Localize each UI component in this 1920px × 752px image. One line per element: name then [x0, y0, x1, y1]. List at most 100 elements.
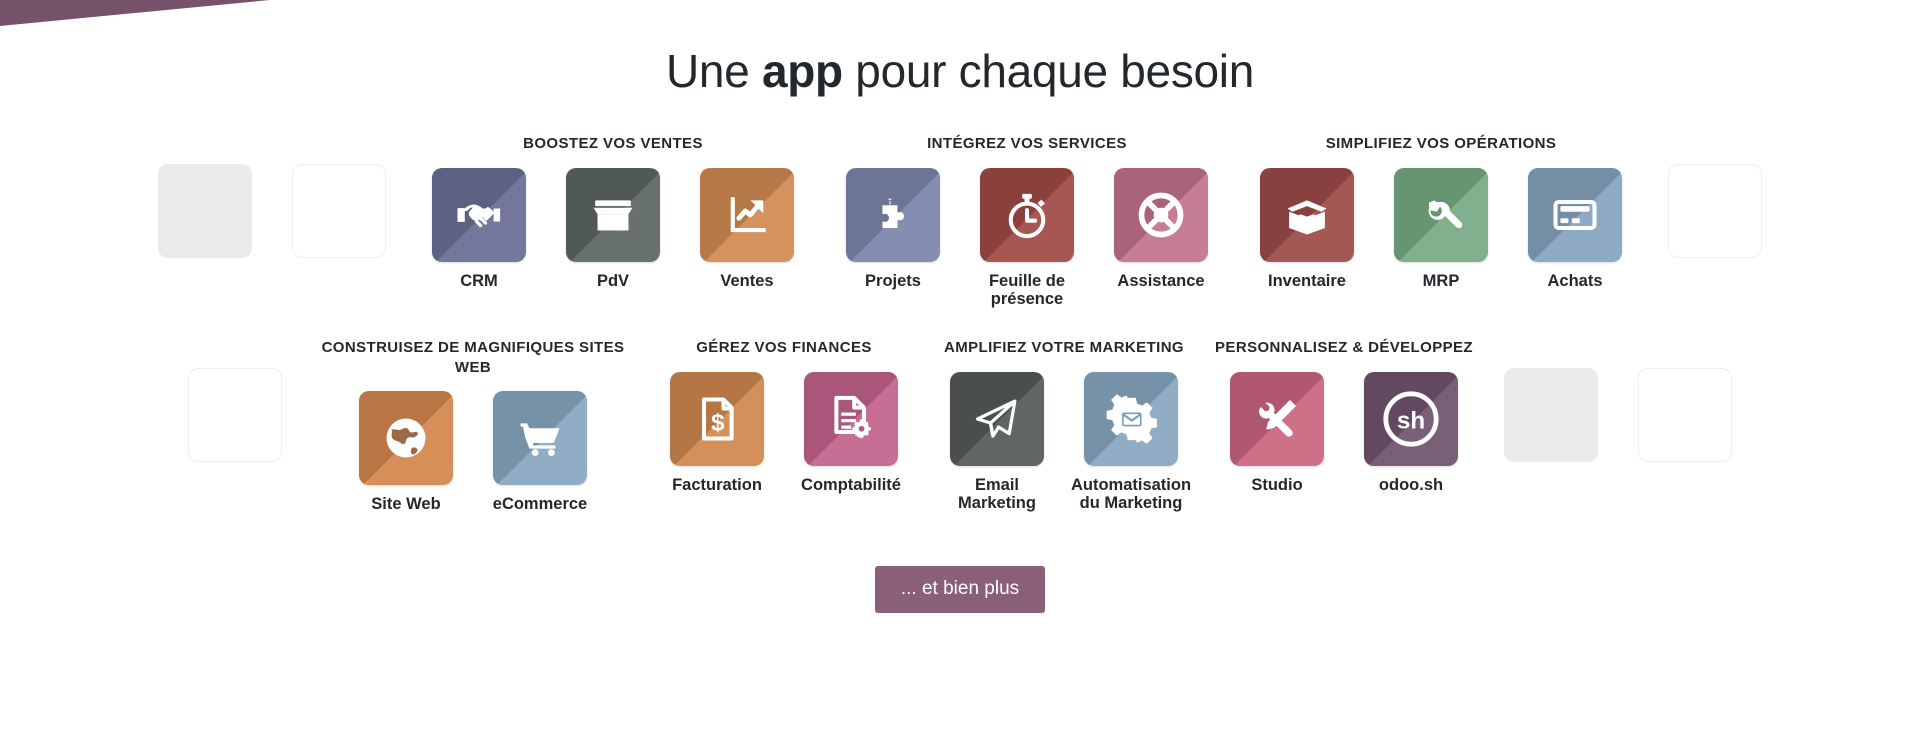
more-apps-button[interactable]: ... et bien plus	[874, 565, 1046, 613]
group-title: CONSTRUISEZ DE MAGNIFIQUES SITES WEB	[321, 339, 625, 376]
app-tile[interactable]: sh	[1364, 371, 1458, 466]
app-label: eCommerce	[492, 495, 588, 514]
app-label: Automatisation du Marketing	[1070, 475, 1192, 513]
app-tile[interactable]	[980, 167, 1074, 262]
app-label: Assistance	[1117, 271, 1205, 290]
app-label: CRM	[460, 271, 498, 290]
document-gear-icon	[825, 393, 877, 445]
sh-circle-icon: sh	[1380, 388, 1442, 450]
group-app-list: Inventaire MRP Achats	[1240, 167, 1642, 290]
placeholder-tile	[1638, 368, 1732, 463]
app-label: Ventes	[720, 271, 774, 290]
app-label: Feuille de présence	[988, 271, 1066, 308]
app-item-site-web[interactable]: Site Web	[339, 391, 473, 513]
app-item-automatisation-du-marketing[interactable]: Automatisation du Marketing	[1064, 371, 1198, 513]
app-label: PdV	[596, 271, 630, 290]
app-label: MRP	[1422, 271, 1460, 290]
gear-envelope-icon	[1105, 393, 1157, 445]
group-title: INTÉGREZ VOS SERVICES	[927, 135, 1127, 152]
app-tile[interactable]	[1084, 371, 1178, 466]
app-tile[interactable]	[846, 167, 940, 262]
globe-icon	[380, 412, 432, 464]
svg-text:sh: sh	[1397, 408, 1425, 435]
app-item-facturation[interactable]: $ Facturation	[650, 371, 784, 494]
svg-text:$: $	[711, 409, 725, 436]
app-item-feuille-de-pr-sence[interactable]: Feuille de présence	[960, 167, 1094, 309]
app-tile[interactable]	[700, 167, 794, 262]
app-row: BOOSTEZ VOS VENTES CRM PdV Ventes INTÉGREZ V…	[0, 134, 1920, 308]
cta-container: ... et bien plus	[0, 565, 1920, 613]
placeholder-tile	[292, 164, 386, 258]
app-tile[interactable]	[1260, 167, 1354, 262]
app-label: odoo.sh	[1378, 475, 1444, 494]
app-label: Projets	[865, 271, 921, 290]
app-group: BOOSTEZ VOS VENTES CRM PdV Ventes	[406, 134, 820, 290]
credit-card-icon	[1549, 189, 1601, 241]
app-tile[interactable]	[950, 371, 1044, 466]
app-rows-container: BOOSTEZ VOS VENTES CRM PdV Ventes INTÉGREZ V…	[0, 134, 1920, 514]
page-title-prefix: Une	[665, 45, 762, 97]
app-tile[interactable]	[566, 167, 660, 262]
left-edge-placeholders	[138, 134, 406, 258]
app-item-ventes[interactable]: Ventes	[680, 167, 814, 290]
app-tile[interactable]	[493, 391, 587, 486]
app-item-odoo-sh[interactable]: sh odoo.sh	[1344, 371, 1478, 494]
app-group: PERSONNALISEZ & DÉVELOPPEZ Studio sh odoo.s…	[1204, 338, 1484, 494]
paper-plane-icon	[971, 393, 1023, 445]
shopping-cart-icon	[514, 412, 566, 464]
app-row: CONSTRUISEZ DE MAGNIFIQUES SITES WEB Site…	[0, 338, 1920, 513]
app-label: Achats	[1547, 271, 1603, 290]
page-title: Une app pour chaque besoin	[0, 0, 1920, 94]
app-group: CONSTRUISEZ DE MAGNIFIQUES SITES WEB Site…	[302, 338, 644, 513]
app-label: Email Marketing	[958, 475, 1036, 513]
placeholder-tile	[1504, 368, 1598, 463]
wrench-pencil-icon	[1251, 393, 1303, 445]
placeholder-tile	[1668, 164, 1762, 258]
app-tile[interactable]	[1114, 167, 1208, 262]
right-edge-placeholders	[1648, 134, 1782, 258]
puzzle-piece-icon	[867, 189, 919, 241]
app-tile[interactable]	[1394, 167, 1488, 262]
app-item-achats[interactable]: Achats	[1508, 167, 1642, 290]
chart-arrow-icon	[721, 189, 773, 241]
app-item-pdv[interactable]: PdV	[546, 167, 680, 290]
app-group: AMPLIFIEZ VOTRE MARKETING Email Marketing…	[924, 338, 1204, 512]
group-title: AMPLIFIEZ VOTRE MARKETING	[944, 339, 1184, 357]
app-tile[interactable]	[359, 391, 453, 486]
right-edge-placeholders	[1484, 338, 1752, 463]
lifebuoy-icon	[1135, 189, 1187, 241]
app-item-ecommerce[interactable]: eCommerce	[473, 391, 607, 513]
group-title: SIMPLIFIEZ VOS OPÉRATIONS	[1325, 135, 1557, 152]
app-item-email-marketing[interactable]: Email Marketing	[930, 371, 1064, 513]
app-item-projets[interactable]: Projets	[826, 167, 960, 290]
placeholder-tile	[188, 368, 282, 463]
app-label: Facturation	[672, 475, 762, 494]
app-tile[interactable]	[432, 167, 526, 262]
group-title: GÉREZ VOS FINANCES	[696, 339, 872, 357]
stopwatch-icon	[1001, 189, 1053, 241]
handshake-icon	[453, 189, 505, 241]
group-app-list: Projets Feuille de présence Assistance	[826, 167, 1228, 309]
group-title: PERSONNALISEZ & DÉVELOPPEZ	[1215, 339, 1473, 357]
app-tile[interactable]	[1528, 167, 1622, 262]
app-label: Comptabilité	[801, 475, 901, 494]
group-app-list: CRM PdV Ventes	[412, 167, 814, 290]
placeholder-tile	[158, 164, 252, 258]
group-title: BOOSTEZ VOS VENTES	[523, 135, 703, 152]
page-title-suffix: pour chaque besoin	[842, 45, 1255, 97]
app-label: Site Web	[371, 495, 441, 514]
app-tile[interactable]: $	[670, 371, 764, 466]
app-item-inventaire[interactable]: Inventaire	[1240, 167, 1374, 290]
app-item-comptabilit[interactable]: Comptabilité	[784, 371, 918, 494]
app-group: INTÉGREZ VOS SERVICES Projets Feuille de p…	[820, 134, 1234, 308]
app-tile[interactable]	[1230, 371, 1324, 466]
app-item-mrp[interactable]: MRP	[1374, 167, 1508, 290]
app-item-assistance[interactable]: Assistance	[1094, 167, 1228, 290]
app-item-crm[interactable]: CRM	[412, 167, 546, 290]
app-group: GÉREZ VOS FINANCES $ Facturation Comptabili…	[644, 338, 924, 494]
group-app-list: Site Web eCommerce	[339, 391, 607, 513]
app-label: Inventaire	[1268, 271, 1346, 290]
app-tile[interactable]	[804, 371, 898, 466]
left-edge-placeholders	[168, 338, 302, 463]
app-item-studio[interactable]: Studio	[1210, 371, 1344, 494]
